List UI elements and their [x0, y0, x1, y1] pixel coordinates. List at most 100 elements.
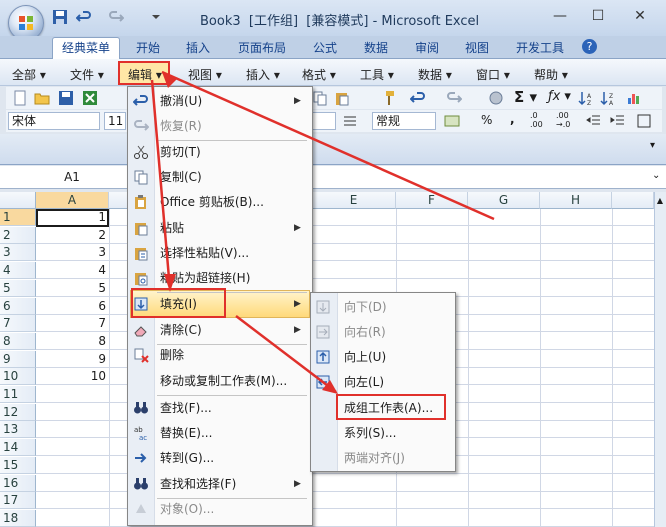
font-size-combo[interactable]: 11: [104, 112, 126, 130]
merge-combo[interactable]: [312, 112, 336, 130]
row-header[interactable]: 14: [0, 439, 36, 457]
tab-data[interactable]: 数据: [364, 38, 388, 58]
save-icon[interactable]: [52, 9, 68, 25]
row-header[interactable]: 3: [0, 244, 36, 262]
new-file-icon[interactable]: [12, 90, 28, 106]
column-header-g[interactable]: G: [468, 192, 540, 209]
comma-style-icon[interactable]: ,: [510, 112, 515, 126]
cell-a-value[interactable]: 7: [36, 315, 106, 332]
column-header-e[interactable]: E: [312, 192, 396, 209]
undo-toolbar-icon[interactable]: [410, 90, 426, 106]
name-box[interactable]: A1: [4, 168, 140, 186]
row-header[interactable]: 5: [0, 279, 36, 297]
tab-review[interactable]: 审阅: [415, 38, 439, 58]
menu-insert[interactable]: 插入 ▾: [246, 66, 280, 84]
close-button[interactable]: ✕: [628, 6, 652, 26]
fill-submenu-item[interactable]: 向右(R): [344, 320, 450, 345]
customize-qat-icon[interactable]: [148, 9, 164, 25]
tab-formulas[interactable]: 公式: [313, 38, 337, 58]
increase-indent-icon[interactable]: [610, 113, 626, 129]
cell-a-value[interactable]: 5: [36, 280, 106, 297]
fill-submenu-item[interactable]: 系列(S)...: [344, 421, 450, 446]
cell-a-value[interactable]: 6: [36, 298, 106, 315]
row-header[interactable]: 10: [0, 368, 36, 386]
row-header[interactable]: 6: [0, 297, 36, 315]
edit-menu-item[interactable]: 查找和选择(F): [160, 472, 305, 497]
edit-menu-item[interactable]: 剪切(T): [160, 140, 305, 165]
menu-view[interactable]: 视图 ▾: [188, 66, 222, 84]
row-header[interactable]: 8: [0, 332, 36, 350]
sort-descending-icon[interactable]: ZA: [600, 90, 616, 106]
percent-style-icon[interactable]: %: [481, 113, 492, 127]
cell-a-value[interactable]: 9: [36, 351, 106, 368]
vertical-scrollbar[interactable]: [654, 192, 666, 527]
chart-wizard-icon[interactable]: [626, 90, 642, 106]
row-header[interactable]: 9: [0, 350, 36, 368]
paste-toolbar-icon[interactable]: [334, 90, 350, 106]
maximize-button[interactable]: ☐: [586, 6, 610, 26]
tab-developer[interactable]: 开发工具: [516, 38, 564, 58]
copy-toolbar-icon[interactable]: [312, 90, 328, 106]
fill-submenu-item[interactable]: 向上(U): [344, 345, 450, 370]
edit-menu-item[interactable]: 转到(G)...: [160, 446, 305, 471]
sum-icon[interactable]: Σ ▾: [514, 88, 537, 106]
column-header-i[interactable]: [612, 192, 654, 209]
tab-home[interactable]: 开始: [136, 38, 160, 58]
tab-insert[interactable]: 插入: [186, 38, 210, 58]
row-header[interactable]: 13: [0, 421, 36, 439]
undo-icon[interactable]: [76, 9, 92, 25]
edit-menu-item[interactable]: 移动或复制工作表(M)...: [160, 369, 305, 394]
row-header[interactable]: 7: [0, 315, 36, 333]
edit-menu-item[interactable]: 恢复(R): [160, 114, 305, 139]
borders-icon[interactable]: [636, 113, 652, 129]
menu-all[interactable]: 全部 ▾: [12, 66, 46, 84]
sort-ascending-icon[interactable]: AZ: [578, 90, 594, 106]
align-icon[interactable]: [342, 113, 358, 129]
decrease-indent-icon[interactable]: [586, 113, 602, 129]
formula-expand-icon[interactable]: ⌄: [652, 170, 660, 181]
ribbon-expand-icon[interactable]: ▾: [650, 140, 655, 151]
menu-help[interactable]: 帮助 ▾: [534, 66, 568, 84]
cell-a-value[interactable]: 4: [36, 262, 106, 279]
tab-page-layout[interactable]: 页面布局: [238, 38, 286, 58]
row-header[interactable]: 12: [0, 403, 36, 421]
function-icon[interactable]: ƒx ▾: [548, 89, 571, 104]
cell-a-value[interactable]: 3: [36, 244, 106, 261]
column-header-f[interactable]: F: [396, 192, 468, 209]
edit-menu-item[interactable]: 撤消(U): [160, 89, 305, 114]
cell-a-value[interactable]: 10: [36, 368, 106, 385]
column-header-h[interactable]: H: [540, 192, 612, 209]
minimize-button[interactable]: —: [548, 6, 572, 26]
menu-edit[interactable]: 编辑 ▾: [128, 66, 162, 84]
edit-menu-item[interactable]: 复制(C): [160, 165, 305, 190]
row-header[interactable]: 15: [0, 456, 36, 474]
row-header[interactable]: 18: [0, 509, 36, 527]
increase-decimal-icon[interactable]: .0.00: [530, 111, 543, 129]
edit-menu-item[interactable]: 对象(O)...: [160, 497, 305, 522]
tab-view[interactable]: 视图: [465, 38, 489, 58]
menu-window[interactable]: 窗口 ▾: [476, 66, 510, 84]
row-header[interactable]: 16: [0, 474, 36, 492]
edit-menu-item[interactable]: Office 剪贴板(B)...: [160, 190, 305, 215]
active-cell-a1[interactable]: [36, 209, 109, 227]
edit-menu-item[interactable]: 删除: [160, 343, 305, 368]
save-toolbar-icon[interactable]: [58, 90, 74, 106]
select-all-corner[interactable]: [0, 192, 36, 209]
fill-submenu-item[interactable]: 向下(D): [344, 295, 450, 320]
open-folder-icon[interactable]: [34, 90, 50, 106]
edit-menu-item[interactable]: 粘贴: [160, 216, 305, 241]
menu-file[interactable]: 文件 ▾: [70, 66, 104, 84]
menu-format[interactable]: 格式 ▾: [302, 66, 336, 84]
edit-menu-item[interactable]: 替换(E)...: [160, 421, 305, 446]
fill-submenu-item[interactable]: 向左(L): [344, 370, 450, 395]
edit-menu-item[interactable]: 选择性粘贴(V)...: [160, 241, 305, 266]
fill-submenu-item[interactable]: 两端对齐(J): [344, 446, 450, 471]
column-header-b[interactable]: [109, 192, 129, 209]
help-icon[interactable]: ?: [582, 39, 597, 54]
row-header[interactable]: 17: [0, 492, 36, 510]
menu-tools[interactable]: 工具 ▾: [360, 66, 394, 84]
format-painter-icon[interactable]: [380, 90, 396, 106]
edit-menu-item[interactable]: 清除(C): [160, 318, 305, 343]
column-header-a[interactable]: A: [36, 192, 109, 209]
row-header[interactable]: 4: [0, 262, 36, 280]
